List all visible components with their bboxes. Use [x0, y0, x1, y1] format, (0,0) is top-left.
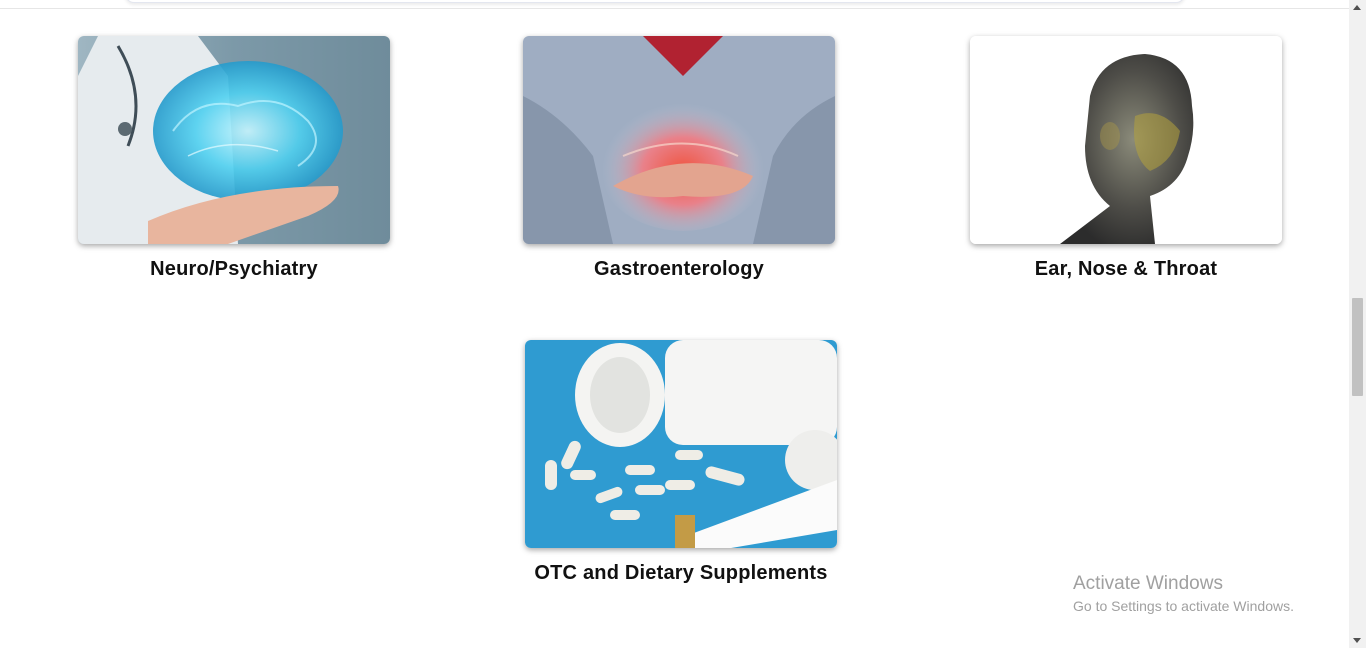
head-xray-image[interactable]	[970, 36, 1282, 244]
vertical-scrollbar[interactable]	[1349, 0, 1366, 648]
category-label[interactable]: Neuro/Psychiatry	[78, 258, 390, 281]
scroll-up-arrow-icon[interactable]	[1353, 5, 1361, 10]
top-header-edge	[0, 0, 1349, 9]
header-bar	[125, 0, 1185, 3]
category-label[interactable]: Gastroenterology	[523, 258, 835, 281]
category-card-gastroenterology[interactable]: Gastroenterology	[523, 36, 835, 281]
activate-windows-watermark: Activate Windows Go to Settings to activ…	[1073, 573, 1294, 614]
pills-tape-image[interactable]	[525, 340, 837, 548]
category-label[interactable]: OTC and Dietary Supplements	[525, 562, 837, 585]
category-card-neuro-psychiatry[interactable]: Neuro/Psychiatry	[78, 36, 390, 281]
category-label[interactable]: Ear, Nose & Throat	[970, 258, 1282, 281]
category-card-ear-nose-throat[interactable]: Ear, Nose & Throat	[970, 36, 1282, 281]
scrollbar-thumb[interactable]	[1352, 298, 1363, 396]
category-card-otc-dietary-supplements[interactable]: OTC and Dietary Supplements	[525, 340, 837, 585]
brain-hand-image[interactable]	[78, 36, 390, 244]
watermark-subtitle: Go to Settings to activate Windows.	[1073, 598, 1294, 614]
watermark-title: Activate Windows	[1073, 573, 1223, 594]
stomach-image[interactable]	[523, 36, 835, 244]
scroll-down-arrow-icon[interactable]	[1353, 638, 1361, 643]
